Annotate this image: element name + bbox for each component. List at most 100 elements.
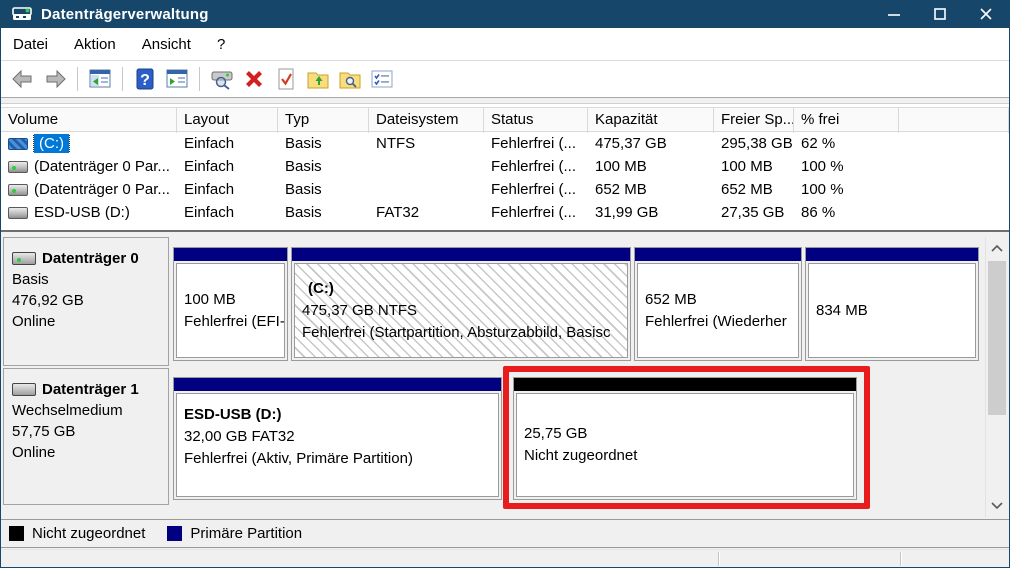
cell-freier-speicher: 652 MB — [721, 181, 773, 198]
table-row[interactable]: ESD-USB (D:) Einfach Basis FAT32 Fehlerf… — [1, 201, 1009, 224]
partition-type-bar — [635, 248, 801, 261]
status-bar — [1, 549, 1009, 567]
cell-prozent-frei: 100 % — [801, 181, 844, 198]
disk-size: 476,92 GB — [12, 292, 84, 309]
maximize-button[interactable] — [917, 0, 963, 28]
legend-primary-label: Primäre Partition — [190, 525, 303, 542]
partition-recovery[interactable]: 652 MB Fehlerfrei (Wiederher — [634, 247, 802, 361]
col-volume[interactable]: Volume — [1, 108, 177, 133]
vertical-scrollbar[interactable] — [985, 237, 1007, 517]
disk1-info-box[interactable]: Datenträger 1 Wechselmedium 57,75 GB Onl… — [3, 368, 169, 505]
scroll-up-icon[interactable] — [986, 237, 1008, 259]
partition-c[interactable]: (C:) 475,37 GB NTFS Fehlerfrei (Startpar… — [291, 247, 631, 361]
legend-bar: Nicht zugeordnet Primäre Partition — [1, 519, 1009, 548]
partition-type-bar — [514, 378, 856, 391]
minimize-button[interactable] — [871, 0, 917, 28]
cell-typ: Basis — [285, 181, 322, 198]
partition-size: 32,00 GB FAT32 — [184, 428, 295, 445]
col-prozent-frei[interactable]: % frei — [794, 108, 899, 133]
cell-layout: Einfach — [184, 181, 235, 198]
partition-type-bar — [292, 248, 630, 261]
menu-datei[interactable]: Datei — [13, 32, 60, 57]
col-layout[interactable]: Layout — [177, 108, 278, 133]
delete-volume-icon[interactable] — [239, 65, 269, 93]
col-empty — [899, 108, 1009, 133]
disk-size: 57,75 GB — [12, 423, 76, 440]
cell-kapazitaet: 100 MB — [595, 158, 647, 175]
cell-status: Fehlerfrei (... — [491, 204, 577, 221]
cell-dateisystem: NTFS — [376, 135, 416, 152]
disk-medium: Basis — [12, 271, 49, 288]
show-console-tree-icon[interactable] — [85, 65, 115, 93]
partition-834mb[interactable]: 834 MB — [805, 247, 979, 361]
back-icon[interactable] — [8, 65, 38, 93]
volume-disk-icon — [8, 206, 28, 219]
show-action-pane-icon[interactable] — [162, 65, 192, 93]
partition-size: 475,37 GB NTFS — [302, 301, 418, 319]
partition-status: Fehlerfrei (Wiederher — [645, 312, 787, 330]
toolbar-separator — [199, 67, 200, 91]
partition-size: 652 MB — [645, 290, 697, 308]
disk-status: Online — [12, 313, 56, 330]
toolbar-separator — [122, 67, 123, 91]
volume-disk-icon — [8, 160, 28, 173]
legend-unallocated-label: Nicht zugeordnet — [32, 525, 146, 542]
statusbar-separator — [900, 552, 901, 566]
settings-list-icon[interactable] — [367, 65, 397, 93]
cell-status: Fehlerfrei (... — [491, 135, 577, 152]
partition-type-bar — [174, 378, 501, 391]
scroll-down-icon[interactable] — [986, 495, 1008, 517]
cell-status: Fehlerfrei (... — [491, 158, 577, 175]
scrollbar-thumb[interactable] — [988, 261, 1006, 415]
partition-esd-usb[interactable]: ESD-USB (D:) 32,00 GB FAT32 Fehlerfrei (… — [173, 377, 502, 500]
volume-list-pane: Volume Layout Typ Dateisystem Status Kap… — [1, 103, 1009, 230]
window-title: Datenträgerverwaltung — [41, 5, 209, 23]
col-kapazitaet[interactable]: Kapazität — [588, 108, 714, 133]
volume-table-header: Volume Layout Typ Dateisystem Status Kap… — [1, 107, 1009, 133]
help-icon[interactable]: ? — [130, 65, 160, 93]
svg-text:?: ? — [140, 72, 150, 89]
volume-name: (Datenträger 0 Par... — [34, 158, 170, 175]
forward-icon[interactable] — [40, 65, 70, 93]
table-row[interactable]: (Datenträger 0 Par... Einfach Basis Fehl… — [1, 178, 1009, 201]
disk-rescan-icon[interactable] — [207, 65, 237, 93]
volume-disk-icon — [8, 137, 28, 150]
cell-prozent-frei: 62 % — [801, 135, 836, 152]
cell-dateisystem: FAT32 — [376, 204, 420, 221]
col-status[interactable]: Status — [484, 108, 588, 133]
toolbar: ? — [1, 61, 1009, 98]
cell-status: Fehlerfrei (... — [491, 181, 577, 198]
volume-name: (Datenträger 0 Par... — [34, 181, 170, 198]
disk-management-window: Datenträgerverwaltung Datei Aktion Ansic… — [0, 0, 1010, 568]
search-folder-icon[interactable] — [335, 65, 365, 93]
menu-help[interactable]: ? — [217, 32, 237, 57]
partition-title: ESD-USB (D:) — [184, 406, 282, 423]
table-row[interactable]: (C:) Einfach Basis NTFS Fehlerfrei (... … — [1, 132, 1009, 155]
close-button[interactable] — [963, 0, 1009, 28]
volume-table-body: (C:) Einfach Basis NTFS Fehlerfrei (... … — [1, 132, 1009, 224]
partition-unallocated[interactable]: 25,75 GB Nicht zugeordnet — [513, 377, 857, 500]
partition-size: 834 MB — [816, 301, 868, 319]
disk0-info-box[interactable]: Datenträger 0 Basis 476,92 GB Online — [3, 237, 169, 366]
col-typ[interactable]: Typ — [278, 108, 369, 133]
cell-prozent-frei: 86 % — [801, 204, 836, 221]
table-row[interactable]: (Datenträger 0 Par... Einfach Basis Fehl… — [1, 155, 1009, 178]
cell-freier-speicher: 100 MB — [721, 158, 773, 175]
menu-aktion[interactable]: Aktion — [74, 32, 128, 57]
cell-kapazitaet: 31,99 GB — [595, 204, 659, 221]
menubar: Datei Aktion Ansicht ? — [1, 28, 1009, 61]
partition-status: Fehlerfrei (Aktiv, Primäre Partition) — [184, 450, 413, 467]
legend-primary-swatch — [167, 526, 183, 541]
properties-check-icon[interactable] — [271, 65, 301, 93]
partition-efi[interactable]: 100 MB Fehlerfrei (EFI- — [173, 247, 288, 361]
col-dateisystem[interactable]: Dateisystem — [369, 108, 484, 133]
disk-name: Datenträger 0 — [42, 250, 139, 267]
partition-title: (C:) — [308, 279, 334, 297]
export-folder-icon[interactable] — [303, 65, 333, 93]
cell-typ: Basis — [285, 158, 322, 175]
partition-size: 100 MB — [184, 290, 236, 308]
titlebar: Datenträgerverwaltung — [1, 0, 1009, 28]
partition-size: 25,75 GB — [524, 425, 588, 442]
menu-ansicht[interactable]: Ansicht — [142, 32, 203, 57]
col-freier-speicher[interactable]: Freier Sp... — [714, 108, 794, 133]
